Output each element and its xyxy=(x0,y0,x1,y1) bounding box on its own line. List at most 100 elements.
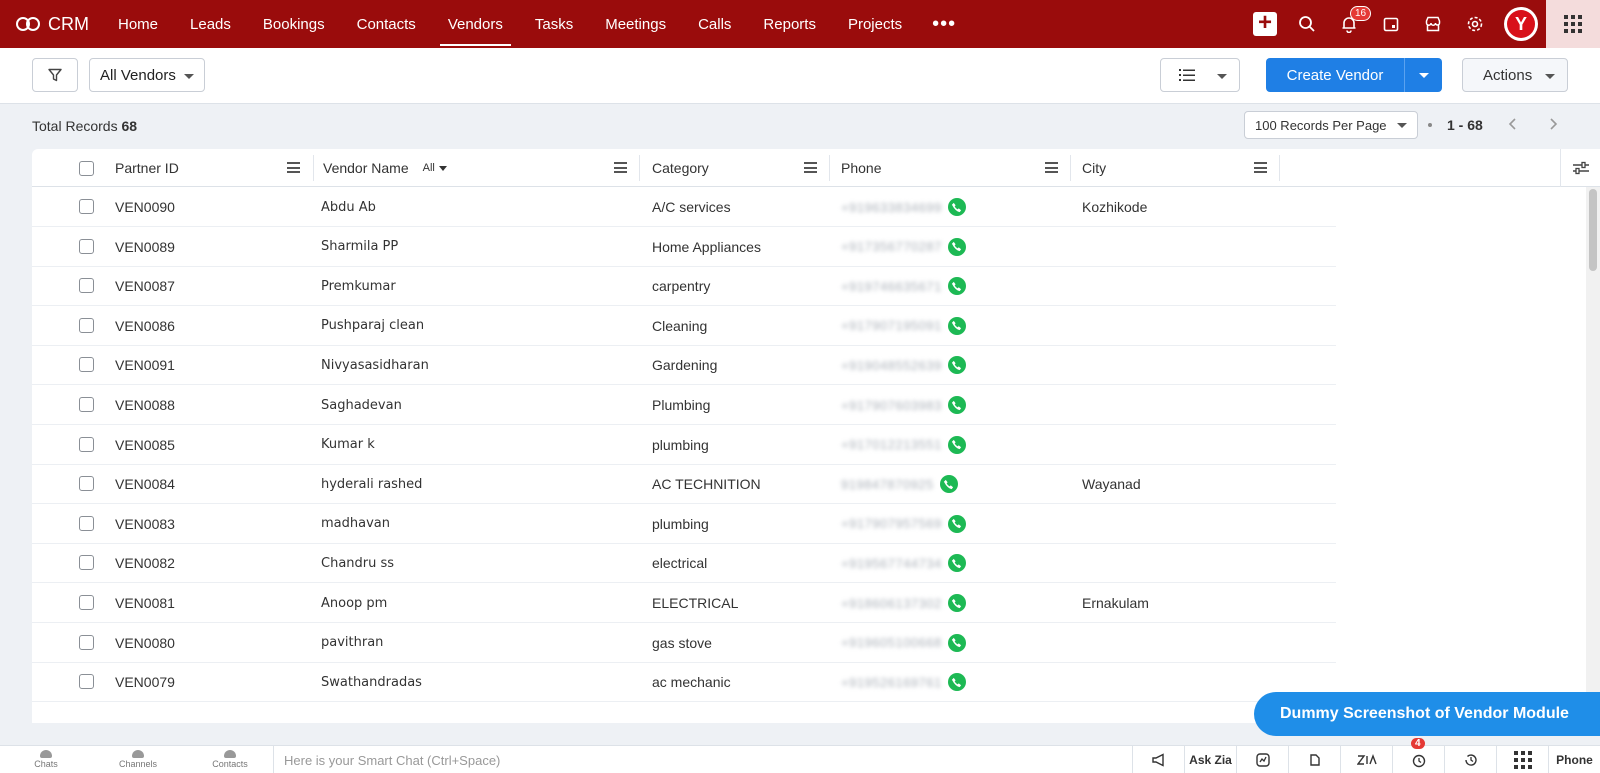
cell-vendor-name[interactable]: Premkumar xyxy=(321,266,396,306)
call-icon[interactable] xyxy=(947,514,966,533)
row-checkbox[interactable] xyxy=(79,515,94,531)
call-icon[interactable] xyxy=(939,475,958,494)
phone-number[interactable]: 919847870925 xyxy=(841,477,934,492)
cell-vendor-name[interactable]: pavithran xyxy=(321,623,383,663)
table-row[interactable]: VEN0080 pavithran gas stove +919605100668 xyxy=(32,623,1336,663)
call-icon[interactable] xyxy=(947,554,966,573)
calendar-button[interactable] xyxy=(1370,0,1412,48)
row-checkbox[interactable] xyxy=(79,397,94,412)
cell-vendor-name[interactable]: Sharmila PP xyxy=(321,227,398,267)
table-row[interactable]: VEN0083 madhavan plumbing +917907957569 xyxy=(32,504,1336,544)
cell-vendor-name[interactable]: Kumar k xyxy=(321,425,375,465)
call-icon[interactable] xyxy=(947,277,966,296)
actions-button[interactable]: Actions xyxy=(1462,58,1568,92)
table-row[interactable]: VEN0090 Abdu Ab A/C services +919633834699 K… xyxy=(32,187,1336,227)
marketplace-button[interactable] xyxy=(1412,0,1454,48)
dialpad-button[interactable] xyxy=(1496,746,1548,773)
phone-number[interactable]: +918606137302 xyxy=(841,596,942,611)
custom-view-select[interactable]: All Vendors xyxy=(89,58,205,92)
row-checkbox[interactable] xyxy=(79,436,94,452)
cell-vendor-name[interactable]: Saghadevan xyxy=(321,385,402,425)
apps-button[interactable] xyxy=(1546,0,1600,48)
tasks-shortcut-button[interactable] xyxy=(1288,746,1340,773)
next-page-button[interactable] xyxy=(1548,117,1558,136)
row-checkbox[interactable] xyxy=(79,199,94,214)
column-header-phone[interactable]: Phone xyxy=(841,149,881,187)
nav-item-meetings[interactable]: Meetings xyxy=(589,0,682,48)
cell-vendor-name[interactable]: Swathandradas xyxy=(321,662,422,702)
call-icon[interactable] xyxy=(947,594,966,612)
quick-create-button[interactable]: + xyxy=(1244,0,1286,48)
cell-vendor-name[interactable]: Chandru ss xyxy=(321,543,394,583)
nav-item-reports[interactable]: Reports xyxy=(747,0,832,48)
ask-zia-button[interactable]: Ask Zia xyxy=(1184,746,1236,773)
column-header-city[interactable]: City xyxy=(1082,149,1106,187)
table-scrollbar[interactable] xyxy=(1586,187,1600,723)
row-checkbox[interactable] xyxy=(79,317,94,333)
zia-button[interactable] xyxy=(1340,746,1392,773)
nav-item-leads[interactable]: Leads xyxy=(174,0,247,48)
phone-number[interactable]: +917907195091 xyxy=(841,318,942,333)
table-row[interactable]: VEN0089 Sharmila PP Home Appliances +917356… xyxy=(32,227,1336,267)
nav-item-vendors[interactable]: Vendors xyxy=(432,0,519,48)
call-icon[interactable] xyxy=(947,237,966,256)
prev-page-button[interactable] xyxy=(1508,117,1518,136)
cell-vendor-name[interactable]: madhavan xyxy=(321,504,390,544)
call-icon[interactable] xyxy=(947,435,966,454)
table-row[interactable]: VEN0086 Pushparaj clean Cleaning +917907195… xyxy=(32,306,1336,346)
phone-number[interactable]: +917012213551 xyxy=(841,437,942,452)
row-checkbox[interactable] xyxy=(79,357,94,373)
phone-number[interactable]: +919526169761 xyxy=(841,675,942,690)
user-avatar[interactable]: Y xyxy=(1504,7,1538,41)
table-row[interactable]: VEN0084 hyderali rashed AC TECHNITION 91984… xyxy=(32,464,1336,505)
smart-chat-input[interactable]: Here is your Smart Chat (Ctrl+Space) xyxy=(273,746,1113,773)
row-checkbox[interactable] xyxy=(79,238,94,254)
call-icon[interactable] xyxy=(947,198,966,216)
cell-vendor-name[interactable]: Pushparaj clean xyxy=(321,306,424,346)
settings-button[interactable] xyxy=(1454,0,1496,48)
filter-button[interactable] xyxy=(32,58,78,92)
column-menu-icon[interactable] xyxy=(804,162,817,173)
view-switcher[interactable] xyxy=(1160,58,1240,92)
nav-item-bookings[interactable]: Bookings xyxy=(247,0,341,48)
table-row[interactable]: VEN0079 Swathandradas ac mechanic +91952616… xyxy=(32,662,1336,703)
column-settings-button[interactable] xyxy=(1560,149,1600,187)
create-options-toggle[interactable] xyxy=(1404,58,1442,92)
search-button[interactable] xyxy=(1286,0,1328,48)
row-checkbox[interactable] xyxy=(79,555,94,571)
records-per-page-select[interactable]: 100 Records Per Page xyxy=(1244,111,1418,139)
table-row[interactable]: VEN0087 Premkumar carpentry +919746635671 xyxy=(32,266,1336,307)
recent-items-button[interactable] xyxy=(1444,746,1496,773)
call-icon[interactable] xyxy=(947,356,966,375)
call-icon[interactable] xyxy=(947,673,966,692)
table-row[interactable]: VEN0081 Anoop pm ELECTRICAL +918606137302 Er… xyxy=(32,583,1336,623)
phone-number[interactable]: +919633834699 xyxy=(841,200,942,215)
create-vendor-button[interactable]: Create Vendor xyxy=(1266,58,1442,92)
column-header-vendor-name[interactable]: Vendor Name All xyxy=(323,149,447,187)
nav-more-button[interactable]: ••• xyxy=(918,13,970,36)
nav-item-tasks[interactable]: Tasks xyxy=(519,0,589,48)
phone-number[interactable]: +919048552639 xyxy=(841,358,942,373)
announcement-button[interactable] xyxy=(1132,746,1184,773)
table-row[interactable]: VEN0088 Saghadevan Plumbing +917907603983 xyxy=(32,385,1336,425)
vendor-name-filter[interactable]: All xyxy=(423,162,447,174)
call-icon[interactable] xyxy=(947,633,966,652)
phone-number[interactable]: +917907957569 xyxy=(841,516,942,531)
nav-item-contacts[interactable]: Contacts xyxy=(341,0,432,48)
row-checkbox[interactable] xyxy=(79,595,94,610)
scrollbar-thumb[interactable] xyxy=(1589,189,1597,271)
cell-vendor-name[interactable]: Anoop pm xyxy=(321,583,387,623)
call-icon[interactable] xyxy=(947,316,966,335)
nav-item-calls[interactable]: Calls xyxy=(682,0,747,48)
notifications-button[interactable]: 16 xyxy=(1328,0,1372,48)
phone-number[interactable]: +919746635671 xyxy=(841,279,942,294)
row-checkbox[interactable] xyxy=(79,476,94,492)
table-row[interactable]: VEN0082 Chandru ss electrical +919567744734 xyxy=(32,543,1336,584)
phone-number[interactable]: +917356770287 xyxy=(841,239,942,254)
column-menu-icon[interactable] xyxy=(1045,162,1058,173)
table-row[interactable]: VEN0085 Kumar k plumbing +917012213551 xyxy=(32,425,1336,465)
phone-number[interactable]: +917907603983 xyxy=(841,398,942,413)
brand[interactable]: CRM xyxy=(0,14,100,35)
phone-number[interactable]: +919567744734 xyxy=(841,556,942,571)
bottom-contacts[interactable]: Contacts xyxy=(184,746,276,773)
